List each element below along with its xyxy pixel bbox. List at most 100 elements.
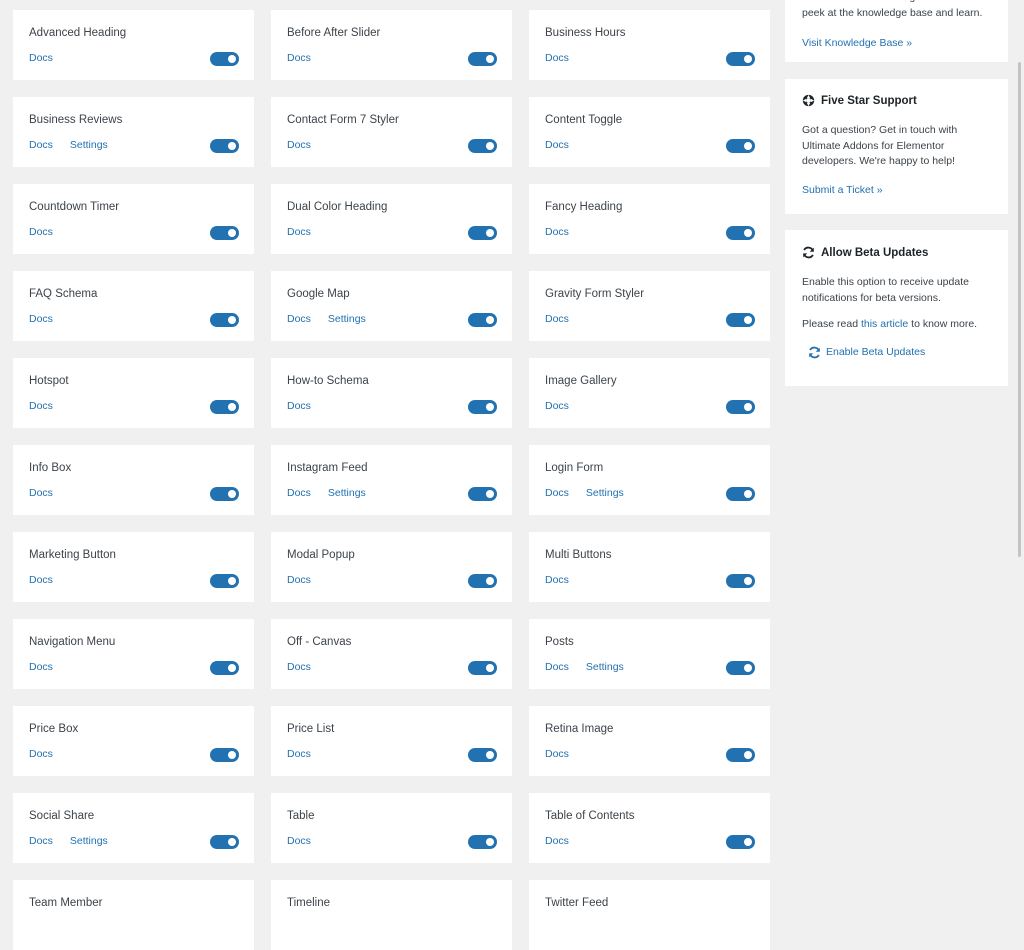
toggle-knob — [228, 142, 236, 150]
widget-toggle[interactable] — [726, 835, 755, 849]
widget-links: Docs — [29, 487, 67, 499]
widget-links: Docs — [29, 313, 67, 325]
toggle-knob — [486, 229, 494, 237]
docs-link[interactable]: Docs — [29, 748, 53, 760]
docs-link[interactable]: Docs — [545, 574, 569, 586]
toggle-knob — [228, 577, 236, 585]
widget-toggle[interactable] — [726, 487, 755, 501]
docs-link[interactable]: Docs — [545, 52, 569, 64]
visit-knowledge-base-link[interactable]: Visit Knowledge Base » — [802, 37, 912, 49]
docs-link[interactable]: Docs — [545, 835, 569, 847]
docs-link[interactable]: Docs — [29, 226, 53, 238]
enable-beta-button[interactable]: Enable Beta Updates — [802, 346, 991, 359]
widget-toggle[interactable] — [468, 748, 497, 762]
widget-toggle[interactable] — [468, 574, 497, 588]
widget-toggle[interactable] — [210, 574, 239, 588]
widget-toggle[interactable] — [210, 661, 239, 675]
docs-link[interactable]: Docs — [287, 313, 311, 325]
docs-link[interactable]: Docs — [29, 400, 53, 412]
widget-links: Docs Settings — [29, 139, 122, 151]
widget-toggle[interactable] — [468, 487, 497, 501]
toggle-knob — [744, 229, 752, 237]
widget-toggle[interactable] — [210, 139, 239, 153]
widget-card: Login Form Docs Settings — [529, 445, 770, 515]
submit-ticket-link[interactable]: Submit a Ticket » — [802, 184, 883, 196]
docs-link[interactable]: Docs — [287, 748, 311, 760]
widget-toggle[interactable] — [468, 139, 497, 153]
widget-toggle[interactable] — [210, 748, 239, 762]
docs-link[interactable]: Docs — [287, 226, 311, 238]
widget-toggle[interactable] — [726, 748, 755, 762]
docs-link[interactable]: Docs — [287, 487, 311, 499]
widget-card: Marketing Button Docs — [13, 532, 254, 602]
widget-card: Business Hours Docs — [529, 10, 770, 80]
docs-link[interactable]: Docs — [29, 487, 53, 499]
widget-card: Countdown Timer Docs — [13, 184, 254, 254]
widget-card: Content Toggle Docs — [529, 97, 770, 167]
widget-links: Docs Settings — [287, 487, 380, 499]
widget-toggle[interactable] — [210, 52, 239, 66]
docs-link[interactable]: Docs — [287, 835, 311, 847]
docs-link[interactable]: Docs — [545, 226, 569, 238]
widget-toggle[interactable] — [726, 139, 755, 153]
widget-toggle[interactable] — [468, 835, 497, 849]
docs-link[interactable]: Docs — [29, 661, 53, 673]
docs-link[interactable]: Docs — [545, 400, 569, 412]
settings-link[interactable]: Settings — [328, 313, 366, 325]
docs-link[interactable]: Docs — [287, 661, 311, 673]
docs-link[interactable]: Docs — [29, 313, 53, 325]
settings-link[interactable]: Settings — [70, 835, 108, 847]
docs-link[interactable]: Docs — [545, 661, 569, 673]
settings-link[interactable]: Settings — [586, 487, 624, 499]
widget-toggle[interactable] — [468, 52, 497, 66]
widget-name: Business Hours — [545, 27, 626, 39]
toggle-knob — [228, 229, 236, 237]
docs-link[interactable]: Docs — [29, 835, 53, 847]
settings-link[interactable]: Settings — [70, 139, 108, 151]
page-scrollbar[interactable] — [1018, 62, 1021, 557]
widget-toggle[interactable] — [726, 574, 755, 588]
widget-toggle[interactable] — [726, 52, 755, 66]
docs-link[interactable]: Docs — [287, 52, 311, 64]
widget-toggle[interactable] — [726, 226, 755, 240]
docs-link[interactable]: Docs — [29, 52, 53, 64]
widget-toggle[interactable] — [726, 400, 755, 414]
widget-links: Docs — [545, 226, 583, 238]
toggle-knob — [744, 316, 752, 324]
widget-card: Twitter Feed — [529, 880, 770, 950]
widget-toggle[interactable] — [468, 226, 497, 240]
widget-links: Docs — [29, 748, 67, 760]
widget-toggle[interactable] — [468, 400, 497, 414]
docs-link[interactable]: Docs — [545, 487, 569, 499]
widget-card: Contact Form 7 Styler Docs — [271, 97, 512, 167]
docs-link[interactable]: Docs — [545, 313, 569, 325]
widget-toggle[interactable] — [210, 226, 239, 240]
beta-updates-panel: Allow Beta Updates Enable this option to… — [785, 230, 1008, 386]
widget-name: Price List — [287, 723, 335, 735]
widget-name: Gravity Form Styler — [545, 288, 645, 300]
widget-links: Docs Settings — [545, 661, 638, 673]
docs-link[interactable]: Docs — [287, 574, 311, 586]
docs-link[interactable]: Docs — [287, 139, 311, 151]
docs-link[interactable]: Docs — [287, 400, 311, 412]
enable-beta-updates-label[interactable]: Enable Beta Updates — [826, 346, 925, 358]
widget-name: How-to Schema — [287, 375, 369, 387]
docs-link[interactable]: Docs — [545, 748, 569, 760]
this-article-link[interactable]: this article — [861, 318, 908, 330]
docs-link[interactable]: Docs — [29, 574, 53, 586]
widget-toggle[interactable] — [210, 487, 239, 501]
settings-link[interactable]: Settings — [586, 661, 624, 673]
toggle-knob — [228, 316, 236, 324]
docs-link[interactable]: Docs — [29, 139, 53, 151]
widget-toggle[interactable] — [468, 661, 497, 675]
docs-link[interactable]: Docs — [545, 139, 569, 151]
settings-link[interactable]: Settings — [328, 487, 366, 499]
widget-toggle[interactable] — [468, 313, 497, 327]
widget-toggle[interactable] — [210, 400, 239, 414]
widget-toggle[interactable] — [210, 835, 239, 849]
beta-text: Enable this option to receive update not… — [802, 276, 969, 304]
toggle-knob — [228, 55, 236, 63]
widget-toggle[interactable] — [726, 661, 755, 675]
widget-toggle[interactable] — [210, 313, 239, 327]
widget-toggle[interactable] — [726, 313, 755, 327]
